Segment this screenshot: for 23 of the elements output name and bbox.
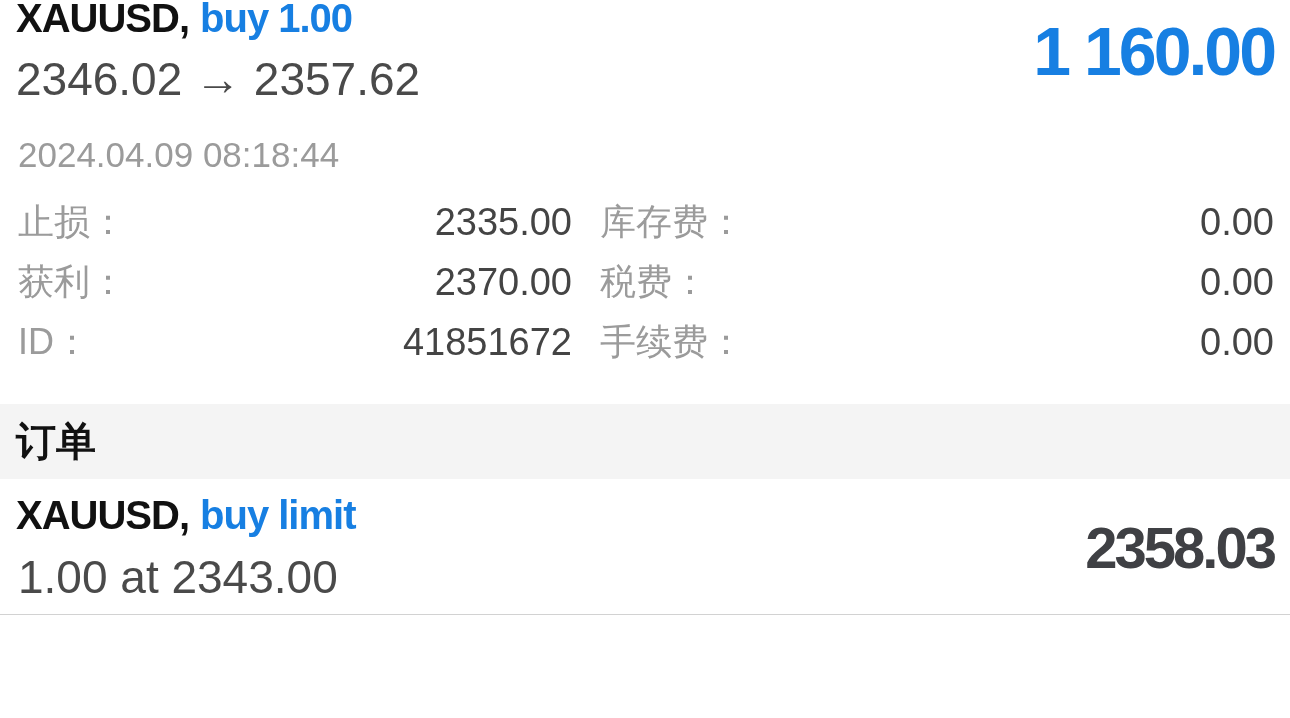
section-title: 订单 [16,418,96,465]
symbol-name: XAUUSD, [16,0,190,42]
current-price: 2358.03 [1085,514,1274,582]
open-time: 2024.04.09 08:18:44 [17,134,340,176]
detail-value: 2370.00 [434,260,572,304]
order-volume-price: 1.00 at 2343.00 [17,550,338,605]
detail-label: 手续费： [600,320,744,364]
order-row[interactable]: XAUUSD, buy limit 1.00 at 2343.00 2358.03 [0,479,1290,615]
detail-value: 41851672 [402,320,572,364]
detail-value: 2335.00 [434,200,572,244]
detail-value: 0.00 [1200,200,1274,244]
profit-value: 1 160.00 [1033,11,1274,91]
order-type: buy limit [200,492,356,539]
detail-value: 0.00 [1200,320,1274,364]
open-current-price: 2346.02 → 2357.62 [16,52,421,107]
detail-label: 税费： [600,260,708,304]
detail-label: ID： [18,320,90,364]
detail-label: 止损： [18,200,126,244]
detail-label: 获利： [18,260,126,304]
trade-direction-volume: buy 1.00 [200,0,353,42]
symbol-name: XAUUSD, [16,492,190,539]
detail-label: 库存费： [600,200,744,244]
detail-value: 0.00 [1200,260,1274,304]
